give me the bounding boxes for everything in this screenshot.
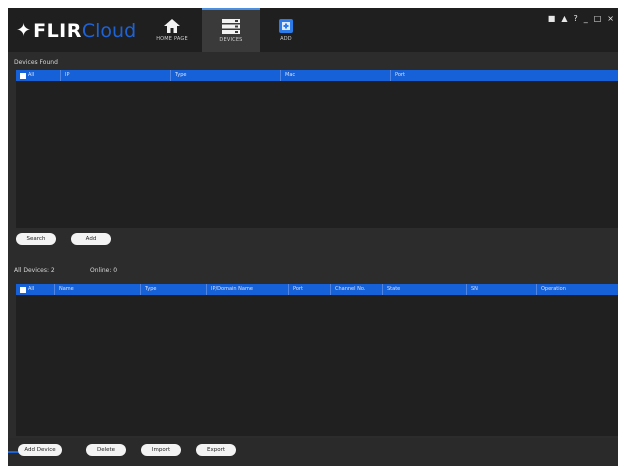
- add-button[interactable]: Add: [71, 233, 111, 245]
- all-devices-count: All Devices: 2: [14, 267, 55, 274]
- maximize-icon[interactable]: □: [594, 14, 602, 24]
- column-type[interactable]: Type: [140, 284, 205, 295]
- flame-icon: ✦: [16, 20, 32, 41]
- logo-main-text: FLIR: [33, 20, 82, 42]
- select-all-checkbox[interactable]: [20, 72, 26, 79]
- column-state[interactable]: State: [382, 284, 463, 295]
- close-icon[interactable]: ×: [607, 14, 614, 24]
- minimize-icon[interactable]: _: [584, 14, 588, 24]
- select-all-checkbox[interactable]: [20, 286, 26, 293]
- column-ip-domain[interactable]: IP/Domain Name: [206, 284, 285, 295]
- export-button[interactable]: Export: [196, 444, 236, 456]
- tab-devices-label: DEVICES: [219, 37, 243, 43]
- column-port[interactable]: Port: [288, 284, 329, 295]
- user-icon[interactable]: ■: [548, 14, 556, 24]
- flir-cloud-logo: ✦ FLIR Cloud: [16, 18, 136, 44]
- tab-home-label: HOME PAGE: [156, 35, 188, 42]
- tab-home-page[interactable]: HOME PAGE: [144, 8, 200, 52]
- column-name[interactable]: Name: [54, 284, 135, 295]
- select-all-devices[interactable]: All: [20, 284, 50, 295]
- title-bar: ✦ FLIR Cloud HOME PAGE DEVICES ADD ■ ▲ ?…: [8, 8, 618, 52]
- logo-accent-text: Cloud: [81, 20, 137, 42]
- window-controls: ■ ▲ ? _ □ ×: [548, 14, 614, 24]
- add-device-button[interactable]: Add Device: [18, 444, 62, 456]
- lock-icon[interactable]: ▲: [561, 14, 567, 24]
- column-port[interactable]: Port: [390, 70, 495, 81]
- online-count: Online: 0: [90, 267, 118, 274]
- column-channel-no[interactable]: Channel No.: [330, 284, 381, 295]
- column-operation[interactable]: Operation: [536, 284, 618, 295]
- all-devices-table: All Name Type IP/Domain Name Port Channe…: [16, 284, 618, 436]
- devices-found-title: Devices Found: [14, 59, 58, 66]
- tab-add-label: ADD: [280, 35, 292, 42]
- select-all-found[interactable]: All: [20, 70, 56, 81]
- add-icon: [279, 18, 293, 33]
- column-sn[interactable]: SN: [466, 284, 537, 295]
- search-button[interactable]: Search: [16, 233, 56, 245]
- import-button[interactable]: Import: [141, 444, 181, 456]
- devices-found-table: All IP Type Mac Port: [16, 70, 618, 228]
- home-icon: [164, 18, 180, 33]
- help-icon[interactable]: ?: [573, 14, 577, 24]
- server-icon: [222, 19, 240, 34]
- all-devices-table-header: All Name Type IP/Domain Name Port Channe…: [16, 284, 618, 295]
- devices-found-table-header: All IP Type Mac Port: [16, 70, 618, 81]
- app-window: ✦ FLIR Cloud HOME PAGE DEVICES ADD ■ ▲ ?…: [8, 8, 618, 466]
- column-mac[interactable]: Mac: [280, 70, 385, 81]
- column-ip[interactable]: IP: [60, 70, 165, 81]
- tab-add[interactable]: ADD: [264, 8, 308, 52]
- delete-button[interactable]: Delete: [86, 444, 126, 456]
- column-type[interactable]: Type: [170, 70, 275, 81]
- tab-devices[interactable]: DEVICES: [202, 8, 260, 52]
